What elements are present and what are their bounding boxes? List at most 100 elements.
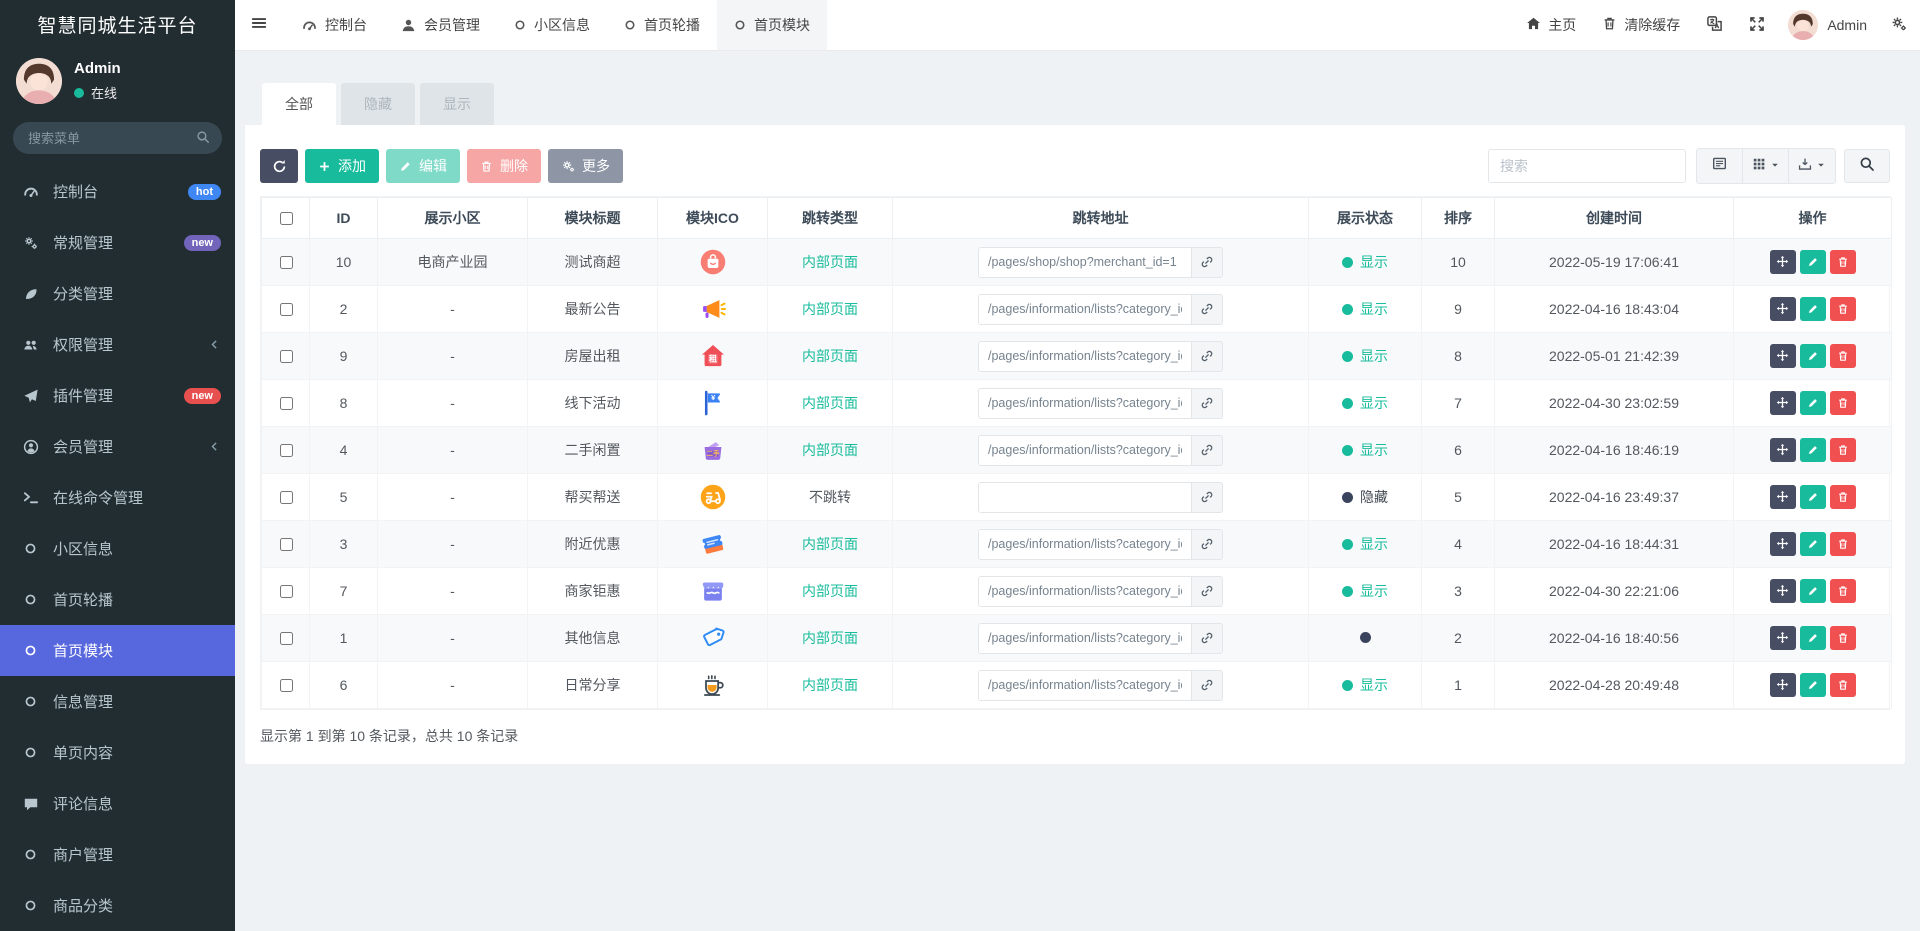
- tab-dashboard[interactable]: 控制台: [285, 0, 384, 50]
- row-checkbox[interactable]: [279, 302, 293, 316]
- sidebar-item-dashboard[interactable]: 控制台 hot: [0, 166, 235, 217]
- home-link[interactable]: 主页: [1513, 0, 1589, 50]
- row-delete-button[interactable]: [1829, 438, 1856, 463]
- row-delete-button[interactable]: [1829, 391, 1856, 416]
- sidebar-item-member[interactable]: 会员管理: [0, 421, 235, 472]
- row-delete-button[interactable]: [1829, 297, 1856, 322]
- jump-url-input[interactable]: [978, 293, 1192, 325]
- fullscreen-button[interactable]: [1736, 0, 1778, 50]
- sidebar-item-goods-category[interactable]: 商品分类: [0, 880, 235, 931]
- user-menu[interactable]: Admin: [1778, 0, 1877, 50]
- row-checkbox[interactable]: [279, 584, 293, 598]
- row-checkbox[interactable]: [279, 678, 293, 692]
- link-button[interactable]: [1192, 575, 1223, 607]
- detail-view-button[interactable]: [1697, 149, 1743, 183]
- row-move-button[interactable]: [1769, 578, 1796, 603]
- row-move-button[interactable]: [1769, 625, 1796, 650]
- link-button[interactable]: [1192, 293, 1223, 325]
- clear-cache-button[interactable]: 清除缓存: [1589, 0, 1693, 50]
- sidebar-item-banner[interactable]: 首页轮播: [0, 574, 235, 625]
- row-checkbox[interactable]: [279, 490, 293, 504]
- row-delete-button[interactable]: [1829, 344, 1856, 369]
- row-checkbox[interactable]: [279, 255, 293, 269]
- menu-toggle-button[interactable]: [235, 0, 285, 50]
- export-button[interactable]: [1789, 149, 1835, 183]
- row-move-button[interactable]: [1769, 437, 1796, 462]
- tab-community[interactable]: 小区信息: [497, 0, 607, 50]
- sidebar-item-information[interactable]: 信息管理: [0, 676, 235, 727]
- tab-member[interactable]: 会员管理: [384, 0, 497, 50]
- toolbar-delete-button[interactable]: 删除: [467, 149, 541, 183]
- link-button[interactable]: [1192, 340, 1223, 372]
- jump-url-input[interactable]: [978, 434, 1192, 466]
- sidebar-item-page[interactable]: 单页内容: [0, 727, 235, 778]
- row-edit-button[interactable]: [1799, 626, 1826, 651]
- language-button[interactable]: [1693, 0, 1736, 50]
- select-all-checkbox[interactable]: [279, 211, 293, 225]
- row-checkbox[interactable]: [279, 537, 293, 551]
- tab-banner[interactable]: 首页轮播: [607, 0, 717, 50]
- link-button[interactable]: [1192, 622, 1223, 654]
- row-move-button[interactable]: [1769, 390, 1796, 415]
- link-button[interactable]: [1192, 669, 1223, 701]
- filter-tab-2[interactable]: 显示: [420, 83, 494, 125]
- link-button[interactable]: [1192, 246, 1223, 278]
- sidebar-item-home-module[interactable]: 首页模块: [0, 625, 235, 676]
- row-delete-button[interactable]: [1829, 626, 1856, 651]
- jump-url-input[interactable]: [978, 575, 1192, 607]
- row-edit-button[interactable]: [1799, 673, 1826, 698]
- row-edit-button[interactable]: [1799, 391, 1826, 416]
- row-delete-button[interactable]: [1829, 250, 1856, 275]
- row-move-button[interactable]: [1769, 249, 1796, 274]
- jump-url-input[interactable]: [978, 481, 1192, 513]
- filter-tab-0[interactable]: 全部: [262, 83, 336, 125]
- jump-url-input[interactable]: [978, 622, 1192, 654]
- row-edit-button[interactable]: [1799, 344, 1826, 369]
- jump-url-input[interactable]: [978, 528, 1192, 560]
- sidebar-item-general[interactable]: 常规管理 new: [0, 217, 235, 268]
- jump-url-input[interactable]: [978, 387, 1192, 419]
- row-delete-button[interactable]: [1829, 532, 1856, 557]
- sidebar-item-comment[interactable]: 评论信息: [0, 778, 235, 829]
- sidebar-item-merchant[interactable]: 商户管理: [0, 829, 235, 880]
- row-move-button[interactable]: [1769, 531, 1796, 556]
- jump-url-input[interactable]: [978, 246, 1192, 278]
- refresh-button[interactable]: [260, 149, 298, 183]
- sidebar-item-addon[interactable]: 插件管理 new: [0, 370, 235, 421]
- search-button[interactable]: [1844, 149, 1890, 183]
- row-delete-button[interactable]: [1829, 485, 1856, 510]
- row-delete-button[interactable]: [1829, 579, 1856, 604]
- sidebar-item-command[interactable]: 在线命令管理: [0, 472, 235, 523]
- row-move-button[interactable]: [1769, 343, 1796, 368]
- more-button[interactable]: 更多: [548, 149, 623, 183]
- row-edit-button[interactable]: [1799, 579, 1826, 604]
- link-button[interactable]: [1192, 528, 1223, 560]
- row-checkbox[interactable]: [279, 443, 293, 457]
- link-button[interactable]: [1192, 434, 1223, 466]
- row-checkbox[interactable]: [279, 396, 293, 410]
- tab-home-module[interactable]: 首页模块: [717, 0, 827, 50]
- sidebar-item-category[interactable]: 分类管理: [0, 268, 235, 319]
- jump-url-input[interactable]: [978, 340, 1192, 372]
- settings-button[interactable]: [1877, 0, 1920, 50]
- row-edit-button[interactable]: [1799, 250, 1826, 275]
- columns-button[interactable]: [1743, 149, 1789, 183]
- row-edit-button[interactable]: [1799, 438, 1826, 463]
- menu-search-input[interactable]: [13, 122, 222, 154]
- toolbar-edit-button[interactable]: 编辑: [386, 149, 460, 183]
- jump-url-input[interactable]: [978, 669, 1192, 701]
- row-edit-button[interactable]: [1799, 532, 1826, 557]
- row-checkbox[interactable]: [279, 631, 293, 645]
- filter-tab-1[interactable]: 隐藏: [341, 83, 415, 125]
- add-button[interactable]: 添加: [305, 149, 379, 183]
- row-move-button[interactable]: [1769, 296, 1796, 321]
- row-move-button[interactable]: [1769, 484, 1796, 509]
- row-edit-button[interactable]: [1799, 485, 1826, 510]
- link-button[interactable]: [1192, 387, 1223, 419]
- link-button[interactable]: [1192, 481, 1223, 513]
- sidebar-item-community[interactable]: 小区信息: [0, 523, 235, 574]
- sidebar-item-auth[interactable]: 权限管理: [0, 319, 235, 370]
- row-checkbox[interactable]: [279, 349, 293, 363]
- table-search-input[interactable]: [1488, 149, 1686, 183]
- row-delete-button[interactable]: [1829, 673, 1856, 698]
